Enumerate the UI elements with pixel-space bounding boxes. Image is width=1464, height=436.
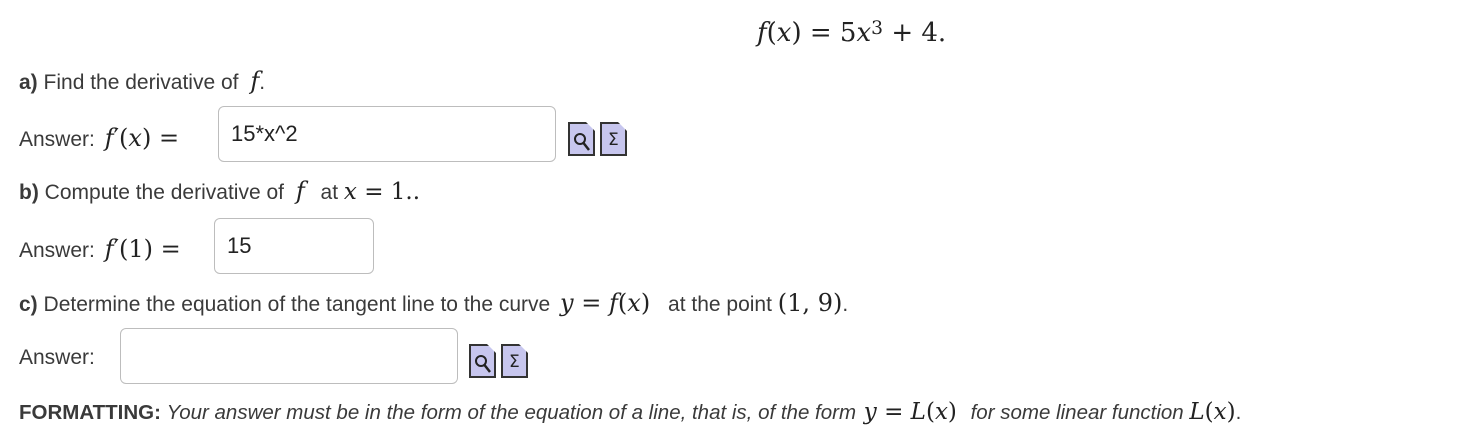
answer-math-label: f′(x) = xyxy=(104,124,180,152)
var-symbol: x xyxy=(627,289,641,317)
point-coordinates: (1, 9) xyxy=(777,289,843,317)
question-text: Determine the equation of the tangent li… xyxy=(43,293,551,316)
evaluation-point: x = 1.. xyxy=(344,179,420,205)
fn-symbol: L xyxy=(1189,399,1205,425)
part-c-question: c) Determine the equation of the tangent… xyxy=(19,289,848,317)
answer-math-label: f′(1) = xyxy=(104,235,181,263)
var-symbol: x xyxy=(776,18,792,48)
formatting-note: FORMATTING: Your answer must be in the f… xyxy=(19,399,1241,425)
preview-icon[interactable] xyxy=(568,122,595,156)
part-a-question: a) Find the derivative of f. xyxy=(19,67,265,95)
exponent: 3 xyxy=(871,18,884,40)
question-text: Find the derivative of xyxy=(43,71,239,94)
var-symbol: y xyxy=(863,399,877,425)
period: . xyxy=(842,293,849,316)
preview-icon[interactable] xyxy=(469,344,496,378)
period: . xyxy=(1235,401,1242,424)
var-symbol: y xyxy=(560,289,574,317)
constant-term: + 4. xyxy=(891,18,947,48)
line-form: y = L(x) xyxy=(863,399,957,425)
answer-label: Answer: xyxy=(19,128,95,151)
answer-label: Answer: xyxy=(19,346,95,369)
equals: = xyxy=(884,399,904,425)
part-b-answer-row: Answer: f′(1) = xyxy=(19,235,181,263)
var-symbol: x xyxy=(934,399,948,425)
tangent-line-answer-input[interactable] xyxy=(120,328,458,384)
derivative-at-point-input[interactable] xyxy=(214,218,374,274)
var-symbol: x xyxy=(856,18,872,48)
part-label: b) xyxy=(19,181,39,204)
function-definition: f(x) = 5x3 + 4. xyxy=(757,18,947,48)
var-symbol: x xyxy=(1213,399,1227,425)
point-value: = 1.. xyxy=(364,179,421,205)
at-text: at xyxy=(320,181,339,204)
fn-symbol: f xyxy=(609,289,618,317)
fn-symbol: f xyxy=(295,177,305,205)
equation-editor-icon[interactable]: Σ xyxy=(600,122,627,156)
linear-function: L(x) xyxy=(1189,399,1236,425)
at-point-text: at the point xyxy=(668,293,772,316)
part-label: c) xyxy=(19,293,38,316)
equals-coef: = 5 xyxy=(809,18,857,48)
fn-symbol: f xyxy=(250,67,260,95)
var-symbol: x xyxy=(343,179,357,205)
derivative-answer-input[interactable] xyxy=(218,106,556,162)
formatting-text: for some linear function xyxy=(970,401,1184,424)
equals: = xyxy=(581,289,602,317)
part-b-question: b) Compute the derivative of f at x = 1.… xyxy=(19,177,420,205)
question-text: Compute the derivative of xyxy=(44,181,284,204)
part-c-answer-row: Answer: xyxy=(19,346,95,370)
fn-symbol: f xyxy=(757,18,767,48)
answer-label: Answer: xyxy=(19,239,95,262)
formatting-label: FORMATTING: xyxy=(19,401,161,424)
period: . xyxy=(259,71,266,94)
part-a-answer-row: Answer: f′(x) = xyxy=(19,124,179,152)
formatting-text: Your answer must be in the form of the e… xyxy=(166,401,857,424)
curve-equation: y = f(x) xyxy=(560,289,651,317)
part-label: a) xyxy=(19,71,38,94)
fn-symbol: L xyxy=(910,399,926,425)
equation-editor-icon[interactable]: Σ xyxy=(501,344,528,378)
